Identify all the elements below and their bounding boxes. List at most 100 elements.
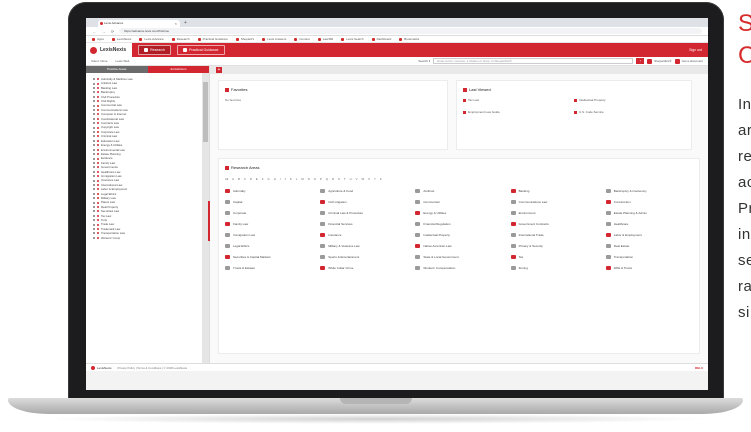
checkbox-icon[interactable] — [93, 78, 95, 81]
research-area-item[interactable]: Securities & Capital Markets — [225, 255, 312, 259]
checkbox-icon[interactable] — [93, 82, 95, 85]
research-area-item[interactable]: Financial Services — [320, 222, 407, 226]
research-area-item[interactable]: White Collar Crime — [320, 266, 407, 270]
research-area-item[interactable]: Criminal Law & Procedure — [320, 211, 407, 215]
research-area-item[interactable]: Agriculture & Food — [320, 189, 407, 193]
sidebar-scroll-thumb[interactable] — [203, 82, 208, 142]
checkbox-icon[interactable] — [93, 113, 95, 116]
bookmark-item[interactable]: Lexis Advance — [139, 37, 164, 41]
lexisnexis-logo[interactable]: LexisNexis — [86, 43, 133, 57]
checkbox-icon[interactable] — [93, 210, 95, 213]
tab-practice-areas[interactable]: Practice Areas — [86, 66, 148, 73]
alphabet-filter-letter[interactable]: T — [344, 177, 346, 181]
alphabet-filter-letter[interactable]: Z — [380, 177, 382, 181]
alphabet-filter-letter[interactable]: X — [368, 177, 370, 181]
research-area-item[interactable]: Financial Regulation — [415, 222, 502, 226]
research-area-item[interactable]: Transportation — [605, 255, 693, 259]
checkbox-icon[interactable] — [93, 153, 95, 156]
checkbox-icon[interactable] — [93, 188, 95, 191]
client-link[interactable]: Client: None — [91, 59, 108, 63]
research-area-item[interactable]: Insurance — [320, 233, 407, 237]
add-tab-button[interactable]: + — [216, 67, 222, 73]
research-area-item[interactable]: Real Estate — [605, 244, 693, 248]
new-tab-button[interactable]: + — [184, 20, 187, 27]
checkbox-icon[interactable] — [93, 104, 95, 107]
alphabet-filter-letter[interactable]: O — [314, 177, 316, 181]
alphabet-filter-letter[interactable]: I — [280, 177, 281, 181]
research-area-item[interactable]: Wills & Trusts — [605, 266, 693, 270]
checkbox-icon[interactable] — [93, 192, 95, 195]
bookmark-item[interactable]: Shepard's — [235, 37, 254, 41]
alphabet-filter-letter[interactable]: P — [320, 177, 322, 181]
alphabet-filter-letter[interactable]: L — [296, 177, 298, 181]
bookmark-item[interactable]: Bookmarks — [399, 37, 419, 41]
research-area-item[interactable]: Military & Veterans Law — [320, 244, 407, 248]
back-icon[interactable]: ← — [92, 29, 97, 34]
alphabet-filter-letter[interactable]: B — [238, 177, 240, 181]
last-viewed-item[interactable]: Intellectual Property — [574, 98, 685, 102]
alphabet-filter-letter[interactable]: M — [301, 177, 303, 181]
research-area-item[interactable]: Labor & Employment — [605, 233, 693, 237]
checkbox-icon[interactable] — [93, 223, 95, 226]
alphabet-filter-letter[interactable]: F — [262, 177, 264, 181]
search-scope-dropdown[interactable]: Search ▾ — [418, 59, 430, 63]
last-viewed-item[interactable]: U.S. Code Service — [574, 110, 685, 114]
checkbox-icon[interactable] — [93, 183, 95, 186]
search-button[interactable]: › — [636, 58, 645, 64]
browser-tab[interactable]: Lexis Advance × — [98, 20, 180, 27]
alphabet-filter-letter[interactable]: Q — [326, 177, 328, 181]
lexis-web-link[interactable]: Lexis Web — [116, 59, 130, 63]
tab-research[interactable]: Research — [138, 45, 172, 55]
research-area-item[interactable]: Construction — [605, 200, 693, 204]
alphabet-filter-letter[interactable]: G — [268, 177, 270, 181]
bookmark-item[interactable]: Practical Guidance — [197, 37, 228, 41]
alphabet-filter-letter[interactable]: A — [232, 177, 234, 181]
checkbox-icon[interactable] — [93, 95, 95, 98]
checkbox-icon[interactable] — [93, 197, 95, 200]
research-area-item[interactable]: Corporate — [225, 211, 312, 215]
checkbox-icon[interactable] — [93, 166, 95, 169]
research-area-item[interactable]: Civil Litigation — [320, 200, 407, 204]
checkbox-icon[interactable] — [93, 109, 95, 112]
bookmark-item[interactable]: Dashboard — [371, 37, 391, 41]
alphabet-filter-letter[interactable]: E — [256, 177, 258, 181]
research-area-item[interactable]: Bankruptcy & Insolvency — [605, 189, 693, 193]
alphabet-filter-letter[interactable]: N — [308, 177, 310, 181]
research-area-item[interactable]: Banking — [510, 189, 598, 193]
tab-practical-guidance[interactable]: Practical Guidance — [177, 45, 225, 55]
checkbox-icon[interactable] — [93, 201, 95, 204]
alphabet-filter-letter[interactable]: R — [332, 177, 334, 181]
checkbox-icon[interactable] — [93, 126, 95, 129]
research-area-item[interactable]: Workers' Compensation — [415, 266, 502, 270]
url-field[interactable]: https://advance.lexis.com/firsttime — [119, 28, 702, 34]
alphabet-filter-letter[interactable]: J — [285, 177, 286, 181]
sign-out-link[interactable]: Sign out — [689, 48, 702, 52]
research-area-item[interactable]: Environment — [510, 211, 598, 215]
alphabet-filter-letter[interactable]: S — [338, 177, 340, 181]
checkbox-icon[interactable] — [93, 139, 95, 142]
last-viewed-item[interactable]: Employment Law Guide — [463, 110, 574, 114]
get-document-link[interactable]: Get a document — [674, 58, 703, 64]
alphabet-filter-letter[interactable]: H — [274, 177, 276, 181]
checkbox-icon[interactable] — [93, 232, 95, 235]
research-area-item[interactable]: Native American Law — [415, 244, 502, 248]
research-area-item[interactable]: Trusts & Estates — [225, 266, 312, 270]
research-area-item[interactable]: Legal Ethics — [225, 244, 312, 248]
bookmark-item[interactable]: Lexis Answers — [262, 37, 286, 41]
bookmark-item[interactable]: Research — [171, 37, 190, 41]
checkbox-icon[interactable] — [93, 205, 95, 208]
checkbox-icon[interactable] — [93, 148, 95, 151]
alphabet-filter-letter[interactable]: U — [350, 177, 352, 181]
research-area-item[interactable]: International Trade — [510, 233, 598, 237]
alphabet-filter-letter[interactable]: W — [362, 177, 365, 181]
last-viewed-item[interactable]: Tax Law — [463, 98, 574, 102]
research-area-item[interactable]: Government Contracts — [510, 222, 598, 226]
forward-icon[interactable]: → — [101, 29, 106, 34]
checkbox-icon[interactable] — [93, 219, 95, 222]
alphabet-filter-letter[interactable]: C — [244, 177, 246, 181]
alphabet-filter-letter[interactable]: D — [250, 177, 252, 181]
alphabet-filter-letter[interactable]: V — [356, 177, 358, 181]
bookmark-item[interactable]: Lexis Search — [341, 37, 364, 41]
research-area-item[interactable]: Admiralty — [225, 189, 312, 193]
research-area-item[interactable]: Intellectual Property — [415, 233, 502, 237]
